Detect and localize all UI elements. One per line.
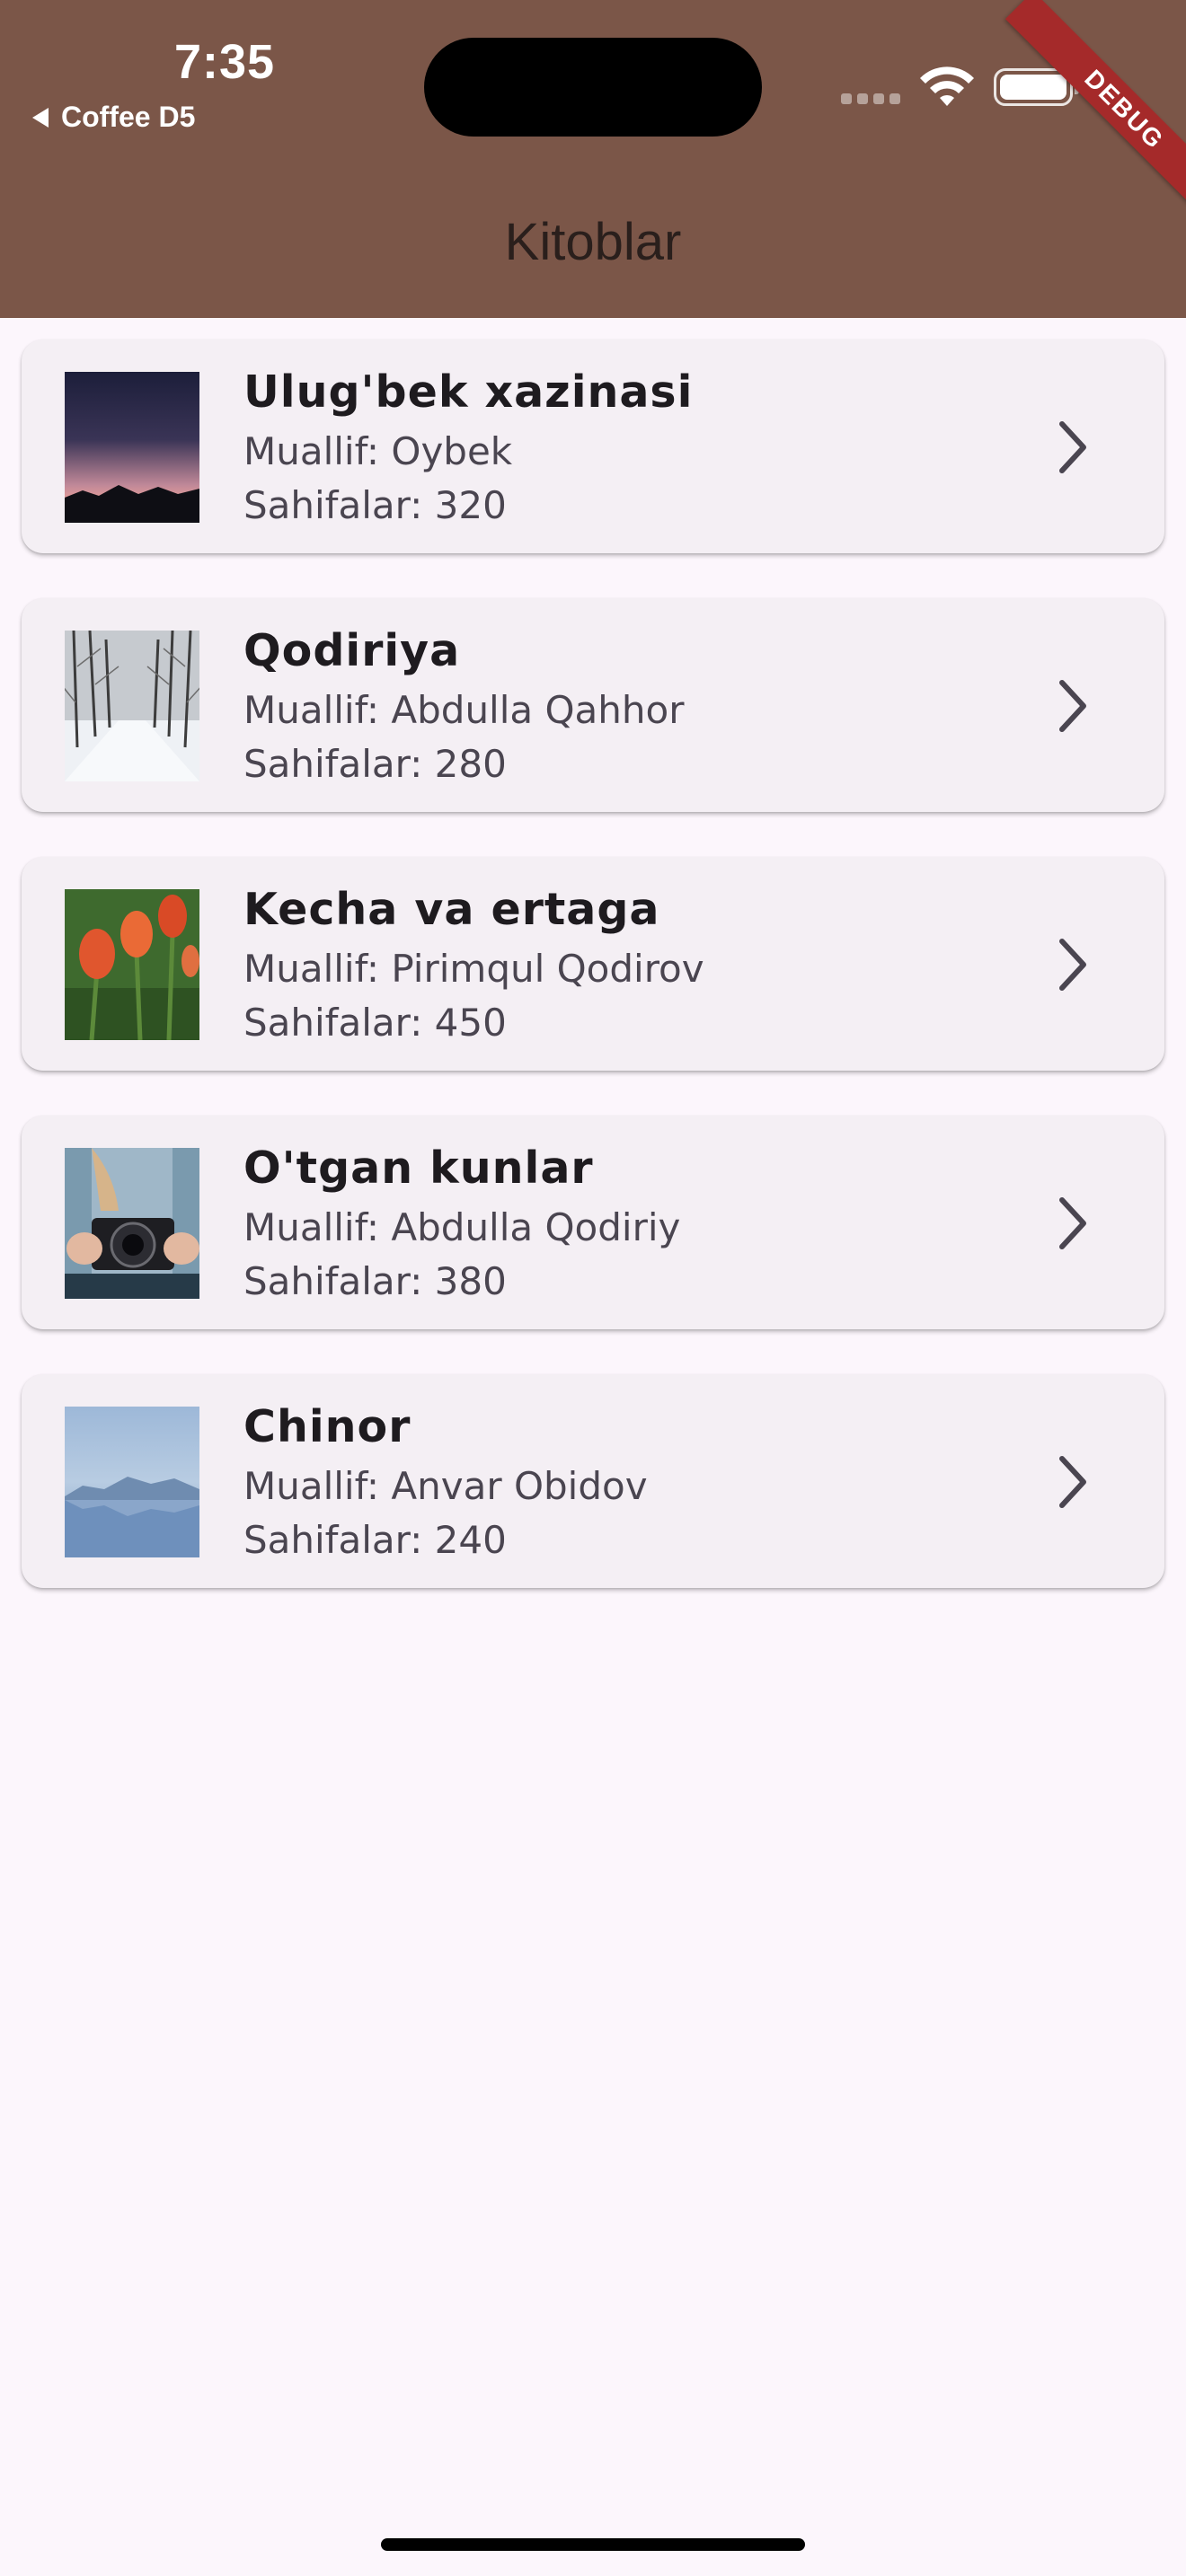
book-card[interactable]: Chinor Muallif: Anvar Obidov Sahifalar: … (22, 1374, 1164, 1588)
status-time: 7:35 (174, 35, 276, 89)
snowy-road-image (65, 631, 199, 781)
book-card[interactable]: Qodiriya Muallif: Abdulla Qahhor Sahifal… (22, 598, 1164, 812)
chevron-right-icon (1059, 939, 1086, 991)
book-card[interactable]: Ulug'bek xazinasi Muallif: Oybek Sahifal… (22, 340, 1164, 553)
book-pages: Sahifalar: 240 (243, 1518, 507, 1562)
dynamic-island (424, 38, 762, 137)
book-card[interactable]: O'tgan kunlar Muallif: Abdulla Qodiriy S… (22, 1116, 1164, 1329)
back-app-label: Coffee D5 (61, 101, 196, 133)
book-author: Muallif: Abdulla Qahhor (243, 688, 685, 732)
chevron-right-icon (1059, 1456, 1086, 1508)
wifi-icon (920, 66, 974, 106)
page-title: Kitoblar (504, 213, 682, 271)
book-list: Ulug'bek xazinasi Muallif: Oybek Sahifal… (22, 340, 1164, 1633)
signal-icon (841, 93, 900, 104)
book-author: Muallif: Anvar Obidov (243, 1464, 648, 1508)
book-author: Muallif: Pirimqul Qodirov (243, 947, 704, 991)
home-indicator[interactable] (381, 2538, 805, 2551)
chevron-right-icon (1059, 421, 1086, 473)
dusk-mountains-image (65, 372, 199, 523)
book-author: Muallif: Abdulla Qodiriy (243, 1205, 681, 1249)
book-title: Qodiriya (243, 625, 461, 676)
book-pages: Sahifalar: 280 (243, 742, 507, 786)
book-title: Ulug'bek xazinasi (243, 366, 694, 418)
screen: 7:35 Coffee D5 Kitoblar DEBUG Ulug'bek x… (0, 0, 1186, 2576)
chevron-right-icon (1059, 1197, 1086, 1249)
camera-hands-image (65, 1148, 199, 1299)
chevron-right-icon (1059, 680, 1086, 732)
lake-mountains-image (65, 1407, 199, 1557)
app-bar: 7:35 Coffee D5 Kitoblar (0, 0, 1186, 318)
book-title: Chinor (243, 1401, 412, 1452)
book-pages: Sahifalar: 450 (243, 1001, 507, 1045)
tulips-image (65, 889, 199, 1040)
back-arrow-icon (32, 107, 49, 128)
book-title: O'tgan kunlar (243, 1142, 594, 1194)
back-to-app-link[interactable]: Coffee D5 (32, 101, 195, 134)
book-author: Muallif: Oybek (243, 429, 513, 473)
book-card[interactable]: Kecha va ertaga Muallif: Pirimqul Qodiro… (22, 857, 1164, 1071)
book-pages: Sahifalar: 380 (243, 1259, 507, 1303)
book-pages: Sahifalar: 320 (243, 483, 507, 527)
book-title: Kecha va ertaga (243, 884, 660, 935)
